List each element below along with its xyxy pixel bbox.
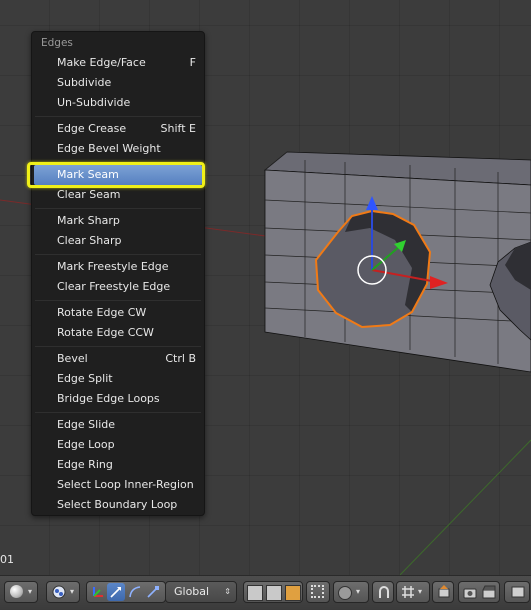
y-axis-line <box>399 439 531 575</box>
menu-item-edge-ring[interactable]: Edge Ring <box>32 455 204 475</box>
frame-counter: 01 <box>0 553 14 566</box>
menu-item-select-boundary-loop[interactable]: Select Boundary Loop <box>32 495 204 515</box>
more-icon <box>510 584 526 607</box>
menu-item-edge-slide[interactable]: Edge Slide <box>32 415 204 435</box>
menu-separator <box>35 300 201 301</box>
menu-separator <box>35 208 201 209</box>
snap-settings-icon <box>436 584 452 607</box>
annotation-highlight-box <box>27 162 205 188</box>
manipulator-icon[interactable] <box>90 584 106 607</box>
chevron-down-icon: ▾ <box>70 587 75 596</box>
menu-item-clear-freestyle-edge[interactable]: Clear Freestyle Edge <box>32 277 204 297</box>
viewport-shading-dropdown[interactable]: ▾ <box>4 581 38 603</box>
menu-item-subdivide[interactable]: Subdivide <box>32 73 204 93</box>
chevron-down-icon: ▾ <box>28 587 33 596</box>
pivot-point-icon <box>51 584 67 607</box>
transform-orientation-dropdown[interactable]: Global ⇕ <box>165 581 237 603</box>
orientation-label: Global <box>174 585 210 598</box>
chevron-down-icon: ▾ <box>418 587 423 596</box>
snap-settings-button[interactable] <box>432 581 454 603</box>
rotate-icon[interactable] <box>127 584 143 607</box>
menu-item-make-edge-face[interactable]: Make Edge/Face F <box>32 53 204 73</box>
snap-icon <box>376 584 392 607</box>
occlude-geometry-toggle[interactable] <box>306 581 330 603</box>
scale-icon[interactable] <box>145 584 161 607</box>
proportional-editing-icon <box>338 586 352 600</box>
render-group <box>458 581 500 603</box>
menu-item-mark-freestyle-edge[interactable]: Mark Freestyle Edge <box>32 257 204 277</box>
menu-title: Edges <box>41 37 73 49</box>
menu-item-edge-loop[interactable]: Edge Loop <box>32 435 204 455</box>
menu-item-rotate-edge-cw[interactable]: Rotate Edge CW <box>32 303 204 323</box>
menu-separator <box>35 412 201 413</box>
menu-item-edge-crease[interactable]: Edge Crease Shift E <box>32 119 204 139</box>
translate-icon[interactable] <box>107 583 125 601</box>
occlude-geometry-icon <box>311 585 324 598</box>
face-select-icon[interactable] <box>285 585 301 601</box>
overflow-menu[interactable] <box>504 581 530 603</box>
proportional-editing-dropdown[interactable]: ▾ <box>333 581 369 603</box>
chevron-down-icon: ▾ <box>356 587 361 596</box>
menu-item-clear-sharp[interactable]: Clear Sharp <box>32 231 204 251</box>
menu-item-rotate-edge-ccw[interactable]: Rotate Edge CCW <box>32 323 204 343</box>
menu-item-edge-bevel-weight[interactable]: Edge Bevel Weight <box>32 139 204 159</box>
menu-item-un-subdivide[interactable]: Un-Subdivide <box>32 93 204 113</box>
menu-separator <box>35 254 201 255</box>
menu-separator <box>35 346 201 347</box>
menu-item-bridge-edge-loops[interactable]: Bridge Edge Loops <box>32 389 204 409</box>
viewport-shading-icon <box>10 585 23 598</box>
vertex-select-icon[interactable] <box>247 585 263 601</box>
snap-toggle[interactable] <box>372 581 394 603</box>
menu-item-select-loop-inner-region[interactable]: Select Loop Inner-Region <box>32 475 204 495</box>
shortcut-label: F <box>189 56 196 69</box>
menu-item-edge-split[interactable]: Edge Split <box>32 369 204 389</box>
shortcut-label: Shift E <box>160 122 196 135</box>
render-animation-icon[interactable] <box>481 584 497 607</box>
render-icon[interactable] <box>462 584 478 607</box>
pivot-point-dropdown[interactable]: ▾ <box>46 581 80 603</box>
menu-item-clear-seam[interactable]: Clear Seam <box>32 185 204 205</box>
select-mode-group <box>243 581 303 603</box>
viewport-header-toolbar: ▾ ▾ Global ⇕ ▾ ▾ <box>0 575 531 610</box>
edges-menu: Edges Make Edge/Face F Subdivide Un-Subdi… <box>31 31 205 516</box>
snap-target-dropdown[interactable]: ▾ <box>396 581 430 603</box>
menu-item-mark-sharp[interactable]: Mark Sharp <box>32 211 204 231</box>
snap-target-icon <box>400 584 416 607</box>
shortcut-label: Ctrl B <box>165 352 196 365</box>
menu-separator <box>35 116 201 117</box>
manipulator-group <box>86 581 166 603</box>
chevron-updown-icon: ⇕ <box>224 587 231 596</box>
edge-select-icon[interactable] <box>266 585 282 601</box>
menu-item-bevel[interactable]: Bevel Ctrl B <box>32 349 204 369</box>
